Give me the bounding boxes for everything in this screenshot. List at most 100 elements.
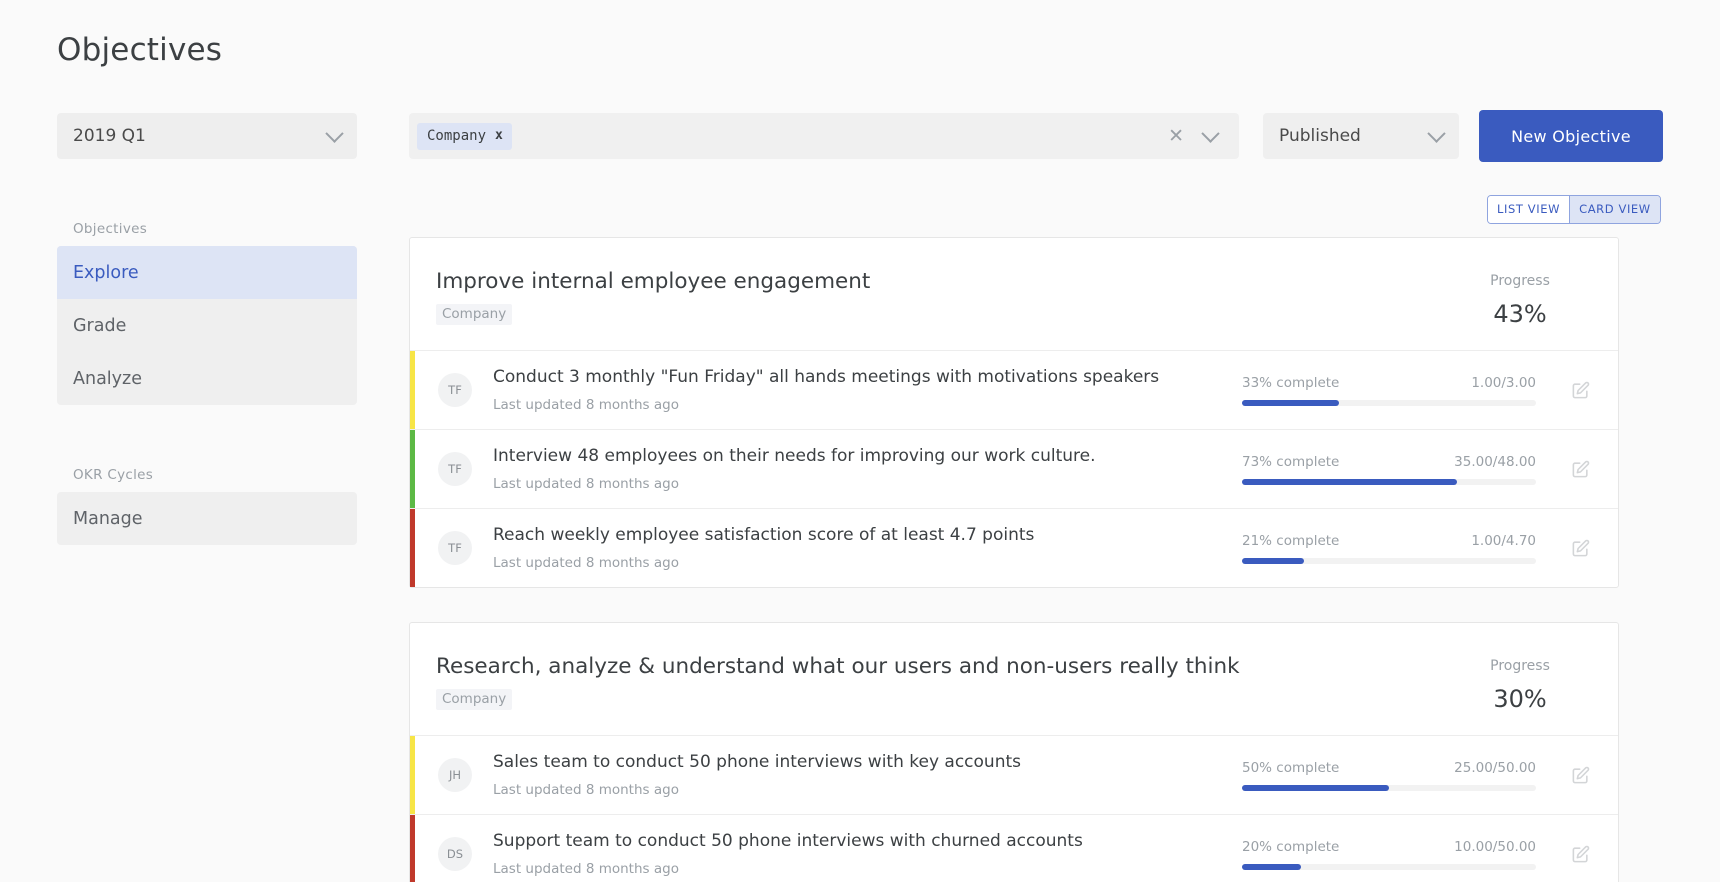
key-result-texts: Sales team to conduct 50 phone interview… [493, 752, 1242, 798]
key-result-values: 1.00/3.00 [1471, 375, 1536, 391]
edit-icon[interactable] [1571, 381, 1590, 400]
avatar: TF [438, 452, 472, 486]
key-result-values: 10.00/50.00 [1454, 839, 1536, 855]
key-result-edit-cell[interactable] [1542, 845, 1618, 864]
key-result-row[interactable]: TF Reach weekly employee satisfaction sco… [410, 508, 1618, 587]
objective-progress: Progress43% [1460, 269, 1580, 328]
sidebar-group: Explore Grade Analyze [57, 246, 357, 405]
key-result-row[interactable]: TF Conduct 3 monthly "Fun Friday" all han… [410, 350, 1618, 429]
objective-progress: Progress 30% [1460, 654, 1580, 713]
key-result-title[interactable]: Support team to conduct 50 phone intervi… [493, 831, 1242, 851]
sidebar-group-label: OKR Cycles [57, 467, 357, 483]
key-result-percent-label: 50% complete [1242, 760, 1339, 776]
objective-title[interactable]: Improve internal employee engagement [436, 269, 1460, 296]
avatar: TF [438, 531, 472, 565]
key-result-title[interactable]: Conduct 3 monthly "Fun Friday" all hands… [493, 367, 1242, 387]
key-result-progress-line: 33% complete1.00/3.00 [1242, 375, 1536, 391]
key-result-texts: Support team to conduct 50 phone intervi… [493, 831, 1242, 877]
key-result-status-bar [410, 509, 415, 587]
key-result-progress-fill [1242, 785, 1389, 791]
sidebar-item-explore[interactable]: Explore [57, 246, 357, 299]
edit-icon[interactable] [1571, 766, 1590, 785]
key-result-row[interactable]: TF Interview 48 employees on their needs … [410, 429, 1618, 508]
key-result-percent-label: 20% complete [1242, 839, 1339, 855]
key-result-title[interactable]: Reach weekly employee satisfaction score… [493, 525, 1242, 545]
key-result-edit-cell[interactable] [1542, 381, 1618, 400]
key-result-edit-cell[interactable] [1542, 766, 1618, 785]
sidebar-group-label: Objectives [57, 221, 357, 237]
edit-icon[interactable] [1571, 845, 1590, 864]
okr-cycle-select[interactable]: 2019 Q1 [57, 113, 357, 159]
filter-chip-label: Company [427, 128, 486, 144]
key-result-progress-line: 50% complete25.00/50.00 [1242, 760, 1536, 776]
sidebar-item-analyze[interactable]: Analyze [57, 352, 357, 405]
sidebar-item-label: Analyze [73, 369, 142, 389]
chevron-down-icon [1427, 124, 1445, 142]
objective-header: Research, analyze & understand what our … [410, 623, 1618, 735]
key-result-percent-label: 73% complete [1242, 454, 1339, 470]
key-result-progress-track [1242, 479, 1536, 485]
key-result-progress-fill [1242, 479, 1457, 485]
status-select-value: Published [1279, 126, 1430, 146]
sidebar-item-label: Manage [73, 509, 143, 529]
chevron-down-icon [1201, 124, 1219, 142]
key-result-progress-fill [1242, 400, 1339, 406]
okr-cycle-value: 2019 Q1 [73, 126, 328, 146]
key-result-row[interactable]: JH Sales team to conduct 50 phone intervi… [410, 735, 1618, 814]
key-result-values: 1.00/4.70 [1471, 533, 1536, 549]
objective-card: Improve internal employee engagement Comp… [409, 237, 1619, 588]
key-result-progress-fill [1242, 558, 1304, 564]
key-result-texts: Interview 48 employees on their needs fo… [493, 446, 1242, 492]
sidebar-item-label: Explore [73, 263, 139, 283]
key-result-values: 35.00/48.00 [1454, 454, 1536, 470]
key-result-row[interactable]: DS Support team to conduct 50 phone inter… [410, 814, 1618, 882]
new-objective-button[interactable]: New Objective [1479, 110, 1663, 162]
key-result-progress-fill [1242, 864, 1301, 870]
close-icon[interactable]: x [495, 128, 503, 143]
key-result-edit-cell[interactable] [1542, 539, 1618, 558]
avatar: TF [438, 373, 472, 407]
key-result-texts: Reach weekly employee satisfaction score… [493, 525, 1242, 571]
clear-filters-icon[interactable]: ✕ [1156, 127, 1196, 146]
key-result-progress-track [1242, 864, 1536, 870]
sidebar-item-grade[interactable]: Grade [57, 299, 357, 352]
objective-progress-label: Progress [1460, 658, 1580, 674]
key-result-status-bar [410, 736, 415, 814]
edit-icon[interactable] [1571, 539, 1590, 558]
objective-progress-label: Progress [1460, 273, 1580, 289]
objective-tag: Company [436, 689, 512, 710]
key-result-edit-cell[interactable] [1542, 460, 1618, 479]
filter-dropdown-toggle[interactable] [1196, 130, 1231, 143]
key-result-title[interactable]: Sales team to conduct 50 phone interview… [493, 752, 1242, 772]
sidebar-item-manage[interactable]: Manage [57, 492, 357, 545]
objective-tag: Company [436, 304, 512, 325]
objectives-list: Improve internal employee engagement Comp… [409, 237, 1619, 882]
key-result-updated: Last updated 8 months ago [493, 397, 1242, 413]
key-result-updated: Last updated 8 months ago [493, 555, 1242, 571]
status-select[interactable]: Published [1263, 113, 1459, 159]
filter-bar[interactable]: Company x ✕ [409, 113, 1239, 159]
edit-icon[interactable] [1571, 460, 1590, 479]
view-toggle-card-view[interactable]: CARD VIEW [1569, 196, 1660, 223]
objective-progress-percent: 30% [1460, 685, 1580, 713]
sidebar-nav: Objectives Explore Grade Analyze OKR Cycles M… [57, 221, 357, 545]
key-result-updated: Last updated 8 months ago [493, 476, 1242, 492]
objective-title[interactable]: Research, analyze & understand what our … [436, 654, 1460, 681]
key-result-progress: 50% complete25.00/50.00 [1242, 760, 1542, 791]
key-result-updated: Last updated 8 months ago [493, 861, 1242, 877]
view-toggle[interactable]: LIST VIEWCARD VIEW [1487, 195, 1661, 224]
key-result-title[interactable]: Interview 48 employees on their needs fo… [493, 446, 1242, 466]
avatar: JH [438, 758, 472, 792]
key-result-progress: 33% complete1.00/3.00 [1242, 375, 1542, 406]
key-result-percent-label: 21% complete [1242, 533, 1339, 549]
key-result-progress-track [1242, 785, 1536, 791]
avatar: DS [438, 837, 472, 871]
key-result-progress-track [1242, 400, 1536, 406]
key-result-progress-track [1242, 558, 1536, 564]
filter-chip-company[interactable]: Company x [417, 123, 512, 150]
key-result-texts: Conduct 3 monthly "Fun Friday" all hands… [493, 367, 1242, 413]
key-result-progress: 20% complete 10.00/50.00 [1242, 839, 1542, 870]
objective-head-texts: Research, analyze & understand what our … [436, 654, 1460, 710]
objective-head-texts: Improve internal employee engagement Comp… [436, 269, 1460, 325]
view-toggle-list-view[interactable]: LIST VIEW [1488, 196, 1569, 223]
